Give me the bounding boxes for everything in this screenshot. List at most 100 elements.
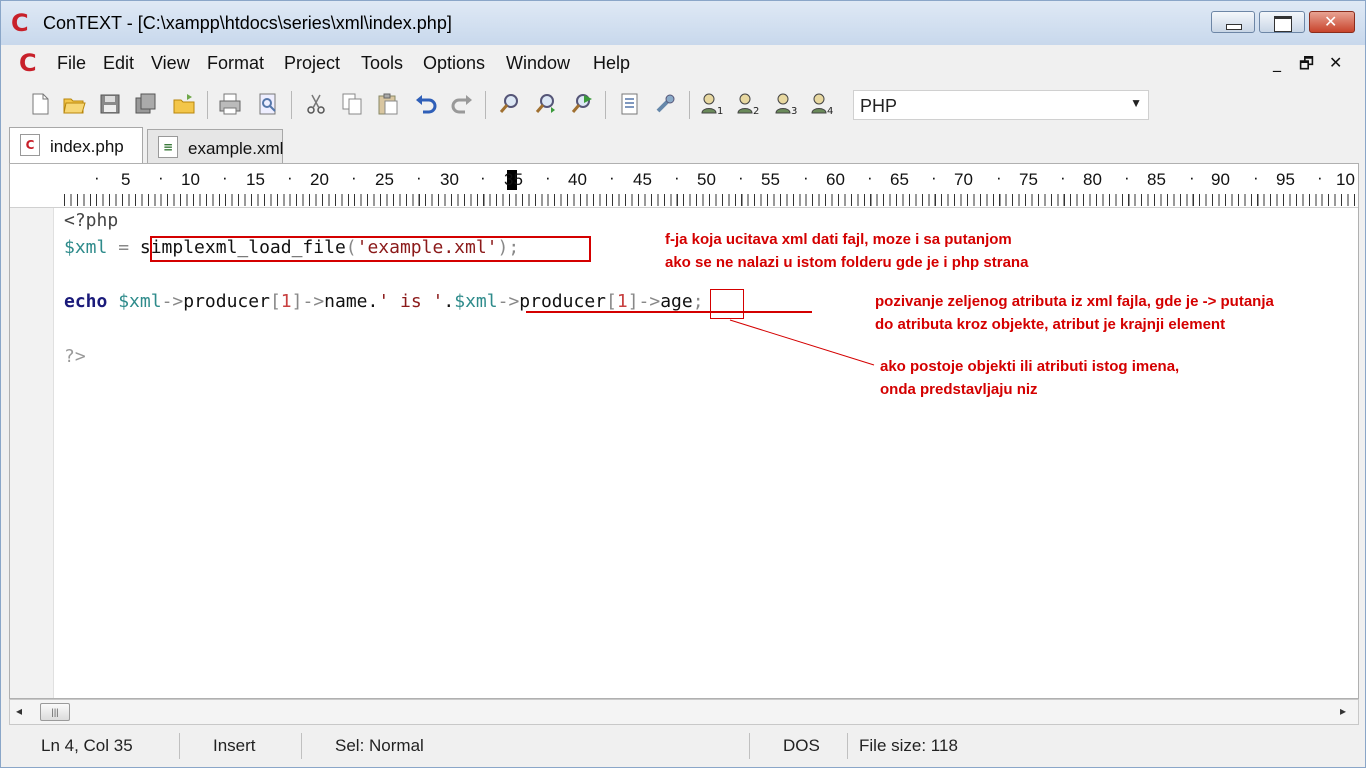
menu-format[interactable]: Format [207, 53, 264, 74]
annotation-load-function: f-ja koja ucitava xml dati fajl, moze i … [665, 231, 1029, 271]
column-ruler: · 5 · 10 · 15 · 20 · 25 · 30 · 35 · 40 ·… [10, 164, 1358, 208]
menu-view[interactable]: View [151, 53, 190, 74]
tab-label: example.xml [188, 139, 284, 158]
code-variable: $xml [454, 291, 498, 312]
svg-text:2: 2 [753, 106, 759, 117]
ruler-dot: · [351, 168, 357, 187]
code-bracket: [ [606, 291, 617, 312]
ruler-number: 90 [1211, 170, 1230, 189]
menu-project[interactable]: Project [284, 53, 340, 74]
cut-icon[interactable] [303, 91, 329, 117]
minimize-button[interactable] [1211, 11, 1255, 33]
user-2-icon[interactable]: 2 [735, 91, 761, 117]
ruler-dot: · [1060, 168, 1066, 187]
copy-icon[interactable] [339, 91, 365, 117]
php-file-icon: C [20, 134, 40, 156]
tab-example-xml[interactable]: ≡ example.xml [147, 129, 283, 163]
ruler-number: 10 [1336, 170, 1355, 189]
code-arrow: -> [638, 291, 661, 312]
ruler-dot: · [287, 168, 293, 187]
find-next-icon[interactable] [533, 91, 559, 117]
ruler-dot: · [738, 168, 744, 187]
toolbar-separator [485, 91, 486, 119]
open-file-icon[interactable] [61, 91, 87, 117]
menu-file[interactable]: File [57, 53, 86, 74]
menu-window[interactable]: Window [506, 53, 570, 74]
tab-index-php[interactable]: C index.php [9, 127, 143, 163]
save-all-icon[interactable] [133, 91, 159, 117]
code-arrow: -> [161, 291, 184, 312]
document-restore-button[interactable]: 🗗 [1299, 53, 1314, 80]
ruler-dot: · [480, 168, 486, 187]
menu-edit[interactable]: Edit [103, 53, 134, 74]
code-editor[interactable]: · 5 · 10 · 15 · 20 · 25 · 30 · 35 · 40 ·… [9, 163, 1359, 699]
language-select[interactable]: PHP ▼ [853, 90, 1149, 120]
ruler-dot: · [803, 168, 809, 187]
code-bracket: ] [291, 291, 303, 312]
chevron-down-icon: ▼ [1130, 96, 1142, 110]
code-number: 1 [616, 291, 628, 312]
print-preview-icon[interactable] [255, 91, 281, 117]
code-semicolon: ; [692, 291, 704, 312]
user-3-icon[interactable]: 3 [773, 91, 799, 117]
tab-label: index.php [50, 137, 124, 156]
context-window: C ConTEXT - [C:\xampp\htdocs\series\xml\… [0, 0, 1366, 768]
menu-tools[interactable]: Tools [361, 53, 403, 74]
ruler-number: 35 [504, 170, 523, 189]
ruler-number: 20 [310, 170, 329, 189]
document-minimize-button[interactable]: _ [1273, 53, 1281, 72]
document-close-button[interactable]: ✕ [1329, 53, 1342, 72]
status-separator [301, 733, 302, 759]
file-info-icon[interactable] [617, 91, 643, 117]
status-insert-mode: Insert [213, 736, 256, 755]
status-separator [749, 733, 750, 759]
replace-icon[interactable] [569, 91, 595, 117]
redo-icon[interactable] [449, 91, 475, 117]
document-menu-icon[interactable]: C [19, 50, 37, 76]
scroll-right-arrow-icon[interactable]: ▸ [1340, 704, 1346, 718]
find-icon[interactable] [497, 91, 523, 117]
code-property: producer [183, 291, 270, 312]
status-file-size: File size: 118 [859, 736, 958, 755]
ruler-number: 95 [1276, 170, 1295, 189]
toolbar-separator [605, 91, 606, 119]
status-cursor-position: Ln 4, Col 35 [41, 736, 133, 755]
ruler-number: 75 [1019, 170, 1038, 189]
toolbar-separator [207, 91, 208, 119]
highlight-box-load-function [150, 236, 591, 262]
ruler-dot: · [996, 168, 1002, 187]
maximize-button[interactable] [1259, 11, 1305, 33]
ruler-number: 10 [181, 170, 200, 189]
ruler-dot: · [1317, 168, 1323, 187]
code-number: 1 [280, 291, 292, 312]
ruler-number: 70 [954, 170, 973, 189]
code-concat: . [367, 291, 379, 312]
ruler-number: 65 [890, 170, 909, 189]
annotation-array-note: ako postoje objekti ili atributi istog i… [880, 358, 1180, 398]
scrollbar-thumb[interactable]: ||| [40, 703, 70, 721]
menu-help[interactable]: Help [593, 53, 630, 74]
save-icon[interactable] [97, 91, 123, 117]
user-1-icon[interactable]: 1 [699, 91, 725, 117]
ruler-ticks [64, 194, 1358, 206]
toolbar-separator [689, 91, 690, 119]
menu-options[interactable]: Options [423, 53, 485, 74]
code-property: name [324, 291, 368, 312]
close-button[interactable] [1309, 11, 1355, 33]
code-keyword: echo [64, 291, 108, 312]
ruler-number: 45 [633, 170, 652, 189]
undo-icon[interactable] [413, 91, 439, 117]
highlight-box-index [710, 289, 744, 319]
open-folder-icon[interactable] [171, 91, 197, 117]
wrench-icon[interactable] [653, 91, 679, 117]
paste-icon[interactable] [375, 91, 401, 117]
app-logo-icon: C [11, 9, 29, 37]
code-bracket: [ [269, 291, 281, 312]
xml-file-icon: ≡ [158, 136, 178, 158]
new-file-icon[interactable] [27, 91, 53, 117]
ruler-dot: · [222, 168, 228, 187]
print-icon[interactable] [217, 91, 243, 117]
horizontal-scrollbar[interactable]: ◂ ||| ▸ [9, 699, 1359, 725]
user-4-icon[interactable]: 4 [809, 91, 835, 117]
scroll-left-arrow-icon[interactable]: ◂ [16, 704, 22, 718]
